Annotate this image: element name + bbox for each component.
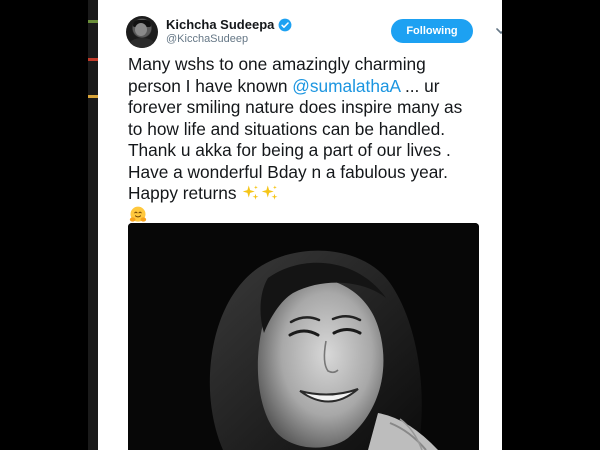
author-name-row[interactable]: Kichcha Sudeepa [166, 17, 292, 32]
tweet-text-line: Happy returns [128, 183, 500, 205]
sparkles-icon [243, 185, 259, 200]
tweet-text-segment: Happy returns [128, 183, 242, 203]
background-strip-left [88, 0, 98, 450]
author-name[interactable]: Kichcha Sudeepa [166, 17, 274, 32]
author-handle[interactable]: @KicchaSudeep [166, 33, 248, 45]
tweet-header: Kichcha Sudeepa @KicchaSudeep Following [126, 16, 502, 48]
portrait-image [128, 223, 479, 450]
chevron-down-icon[interactable] [495, 25, 502, 37]
avatar-face [135, 23, 147, 36]
tweet-text: Many wshs to one amazingly charming pers… [128, 54, 500, 226]
tweet-card: Kichcha Sudeepa @KicchaSudeep Following … [98, 0, 502, 450]
edge-mark [88, 58, 98, 61]
edge-mark [88, 20, 98, 23]
tweet-text-line: Many wshs to one amazingly charming [128, 54, 426, 74]
following-button[interactable]: Following [391, 19, 473, 43]
tweet-text-segment: ... ur [400, 75, 440, 96]
avatar-body [129, 38, 155, 48]
tweet-text-line: to how life and situations can be handle… [128, 118, 446, 139]
tweet-text-line: person I have known @sumalathaA ... ur [128, 76, 500, 98]
edge-mark [88, 95, 98, 98]
tweet-text-segment: person I have known [128, 75, 293, 96]
tweet-text-line: Thank u akka for being a part of our liv… [128, 140, 451, 160]
tweet-text-line: forever smiling nature does inspire many… [128, 97, 463, 117]
hugging-face-icon [129, 206, 147, 222]
tweet-text-line: Have a wonderful Bday n a fabulous year. [128, 161, 448, 182]
sparkles-icon [262, 185, 278, 200]
avatar[interactable] [126, 16, 158, 48]
mention-link[interactable]: @sumalathaA [292, 76, 400, 96]
verified-badge-icon [278, 18, 292, 31]
tweet-photo[interactable] [128, 223, 479, 450]
